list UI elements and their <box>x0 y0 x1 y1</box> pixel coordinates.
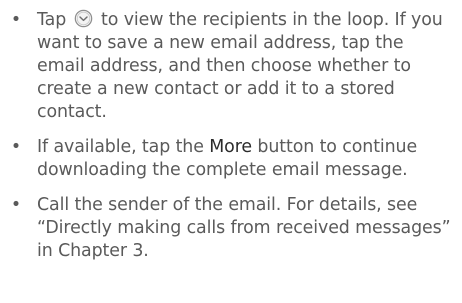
item-text: to view the recipients in the loop. If y… <box>37 10 443 122</box>
bullet-marker: • <box>10 137 22 157</box>
list-item: • Call the sender of the email. For deta… <box>0 194 462 263</box>
list-item: • Tap to view the recipients in the loop… <box>0 9 462 124</box>
item-text: Call the sender of the email. For detail… <box>37 195 451 261</box>
item-text-lead: Tap <box>37 10 67 30</box>
bullet-marker: • <box>10 195 22 215</box>
list-item: • If available, tap the More button to c… <box>0 136 462 182</box>
item-text-lead: If available, tap the <box>37 137 210 157</box>
bullet-list: • Tap to view the recipients in the loop… <box>0 9 462 263</box>
more-button-label: More <box>209 137 258 157</box>
expand-chevron-down-circle-icon <box>74 9 92 28</box>
document-page: • Tap to view the recipients in the loop… <box>0 0 462 303</box>
bullet-marker: • <box>10 10 22 30</box>
